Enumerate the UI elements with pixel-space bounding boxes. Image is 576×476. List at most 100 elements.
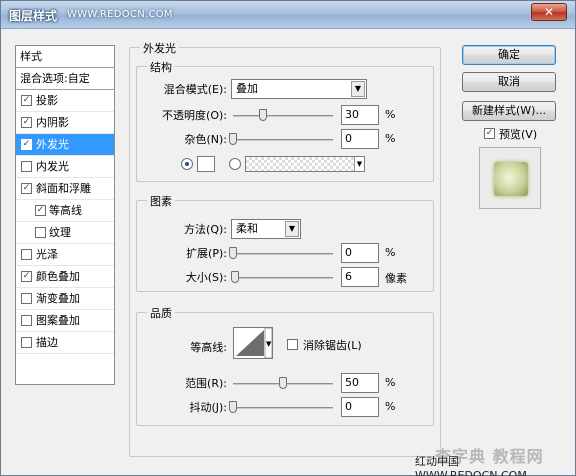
close-button[interactable]: ✕ [531,3,567,21]
anti-alias-checkbox[interactable] [287,339,298,350]
jitter-slider-thumb[interactable] [229,401,237,413]
title-watermark: WWW.REDOCN.COM [67,9,173,20]
style-item-checkbox[interactable] [21,315,32,326]
glow-color-swatch[interactable] [197,156,215,172]
style-item[interactable]: 内发光 [16,156,114,178]
chevron-down-icon: ▼ [351,81,365,97]
blend-mode-select[interactable]: 叠加 ▼ [231,79,367,99]
style-item[interactable]: ✓ 颜色叠加 [16,266,114,288]
blend-mode-value: 叠加 [236,82,258,95]
jitter-input[interactable]: 0 [341,397,379,417]
jitter-label: 抖动(J): [189,401,227,414]
outer-glow-title: 外发光 [140,40,179,56]
dialog-body: 样式 混合选项:自定 ✓ 投影 ✓ 内阴影 ✓ 外发光 内发光 ✓ 斜面和浮雕 ✓ 等高线 纹理 光泽 ✓… [5,31,571,476]
style-item-label: 外发光 [36,138,69,151]
ok-button[interactable]: 确定 [462,45,556,65]
structure-title: 结构 [147,59,175,75]
preview-checkbox[interactable]: ✓ [484,128,495,139]
style-item[interactable]: 描边 [16,332,114,354]
style-item-label: 内发光 [36,160,69,173]
style-item[interactable]: ✓ 内阴影 [16,112,114,134]
style-item-checkbox[interactable] [21,161,32,172]
noise-slider-thumb[interactable] [229,133,237,145]
style-item[interactable]: ✓ 斜面和浮雕 [16,178,114,200]
size-unit: 像素 [385,272,407,285]
contour-curve-icon: ▼ [236,327,273,359]
spread-slider-thumb[interactable] [229,247,237,259]
style-item-checkbox[interactable]: ✓ [35,205,46,216]
new-style-button[interactable]: 新建样式(W)... [462,101,556,121]
style-item-checkbox[interactable]: ✓ [21,271,32,282]
title-bar[interactable]: 图层样式 WWW.REDOCN.COM ✕ [1,1,575,29]
blend-mode-label: 混合模式(E): [163,83,227,96]
contour-label: 等高线: [190,341,227,354]
style-item[interactable]: 渐变叠加 [16,288,114,310]
color-radio[interactable] [181,158,193,170]
style-item-label: 渐变叠加 [36,292,80,305]
opacity-unit: % [385,108,396,121]
style-item[interactable]: 纹理 [16,222,114,244]
style-item[interactable]: ✓ 等高线 [16,200,114,222]
style-list: 样式 混合选项:自定 ✓ 投影 ✓ 内阴影 ✓ 外发光 内发光 ✓ 斜面和浮雕 ✓ 等高线 纹理 光泽 ✓… [15,45,115,385]
style-item-checkbox[interactable]: ✓ [21,117,32,128]
style-item-label: 等高线 [49,204,82,217]
jitter-unit: % [385,400,396,413]
style-item[interactable]: 图案叠加 [16,310,114,332]
style-item[interactable]: 光泽 [16,244,114,266]
size-slider-track[interactable] [233,277,333,279]
blend-options-item[interactable]: 混合选项:自定 [16,68,114,90]
method-select[interactable]: 柔和 ▼ [231,219,301,239]
noise-input[interactable]: 0 [341,129,379,149]
style-item-label: 图案叠加 [36,314,80,327]
style-item-label: 描边 [36,336,58,349]
style-item[interactable]: ✓ 外发光 [16,134,114,156]
outer-glow-panel: 外发光 结构 混合模式(E): 叠加 ▼ 不透明度(O): 30 % 杂色(N)… [129,40,441,457]
contour-picker[interactable]: ▼ [233,327,273,359]
preview-label: 预览(V) [499,128,538,141]
noise-slider-track[interactable] [233,139,333,141]
style-item-label: 斜面和浮雕 [36,182,91,195]
cancel-button[interactable]: 取消 [462,72,556,92]
chevron-down-icon: ▼ [354,157,364,171]
gradient-radio[interactable] [229,158,241,170]
style-item[interactable]: ✓ 投影 [16,90,114,112]
style-item-checkbox[interactable] [21,293,32,304]
method-label: 方法(Q): [184,223,227,236]
style-item-label: 内阴影 [36,116,69,129]
style-item-label: 颜色叠加 [36,270,80,283]
style-item-checkbox[interactable] [21,249,32,260]
quality-title: 品质 [147,305,175,321]
svg-text:▼: ▼ [266,340,272,348]
noise-unit: % [385,132,396,145]
anti-alias-label: 消除锯齿(L) [303,339,362,352]
structure-group: 结构 混合模式(E): 叠加 ▼ 不透明度(O): 30 % 杂色(N): 0 … [136,59,434,182]
range-slider-thumb[interactable] [279,377,287,389]
glow-gradient-picker[interactable]: ▼ [245,156,365,172]
style-item-checkbox[interactable] [21,337,32,348]
style-item-label: 纹理 [49,226,71,239]
jitter-slider-track[interactable] [233,407,333,409]
preview-swatch [494,162,528,196]
chevron-down-icon: ▼ [285,221,299,237]
size-input[interactable]: 6 [341,267,379,287]
style-item-checkbox[interactable]: ✓ [21,183,32,194]
size-slider-thumb[interactable] [231,271,240,283]
noise-label: 杂色(N): [184,133,227,146]
window-title: 图层样式 [9,9,58,23]
opacity-label: 不透明度(O): [162,109,227,122]
style-item-label: 光泽 [36,248,58,261]
layer-style-dialog: 图层样式 WWW.REDOCN.COM ✕ 样式 混合选项:自定 ✓ 投影 ✓ 内阴影… [0,0,576,476]
range-input[interactable]: 50 [341,373,379,393]
method-value: 柔和 [236,222,258,235]
spread-input[interactable]: 0 [341,243,379,263]
opacity-slider-thumb[interactable] [259,109,267,121]
style-item-label: 投影 [36,94,58,107]
size-label: 大小(S): [185,271,227,284]
spread-slider-track[interactable] [233,253,333,255]
style-list-header[interactable]: 样式 [16,46,114,68]
style-item-checkbox[interactable]: ✓ [21,95,32,106]
opacity-slider-track[interactable] [233,115,333,117]
style-item-checkbox[interactable]: ✓ [21,139,32,150]
style-item-checkbox[interactable] [35,227,46,238]
opacity-input[interactable]: 30 [341,105,379,125]
